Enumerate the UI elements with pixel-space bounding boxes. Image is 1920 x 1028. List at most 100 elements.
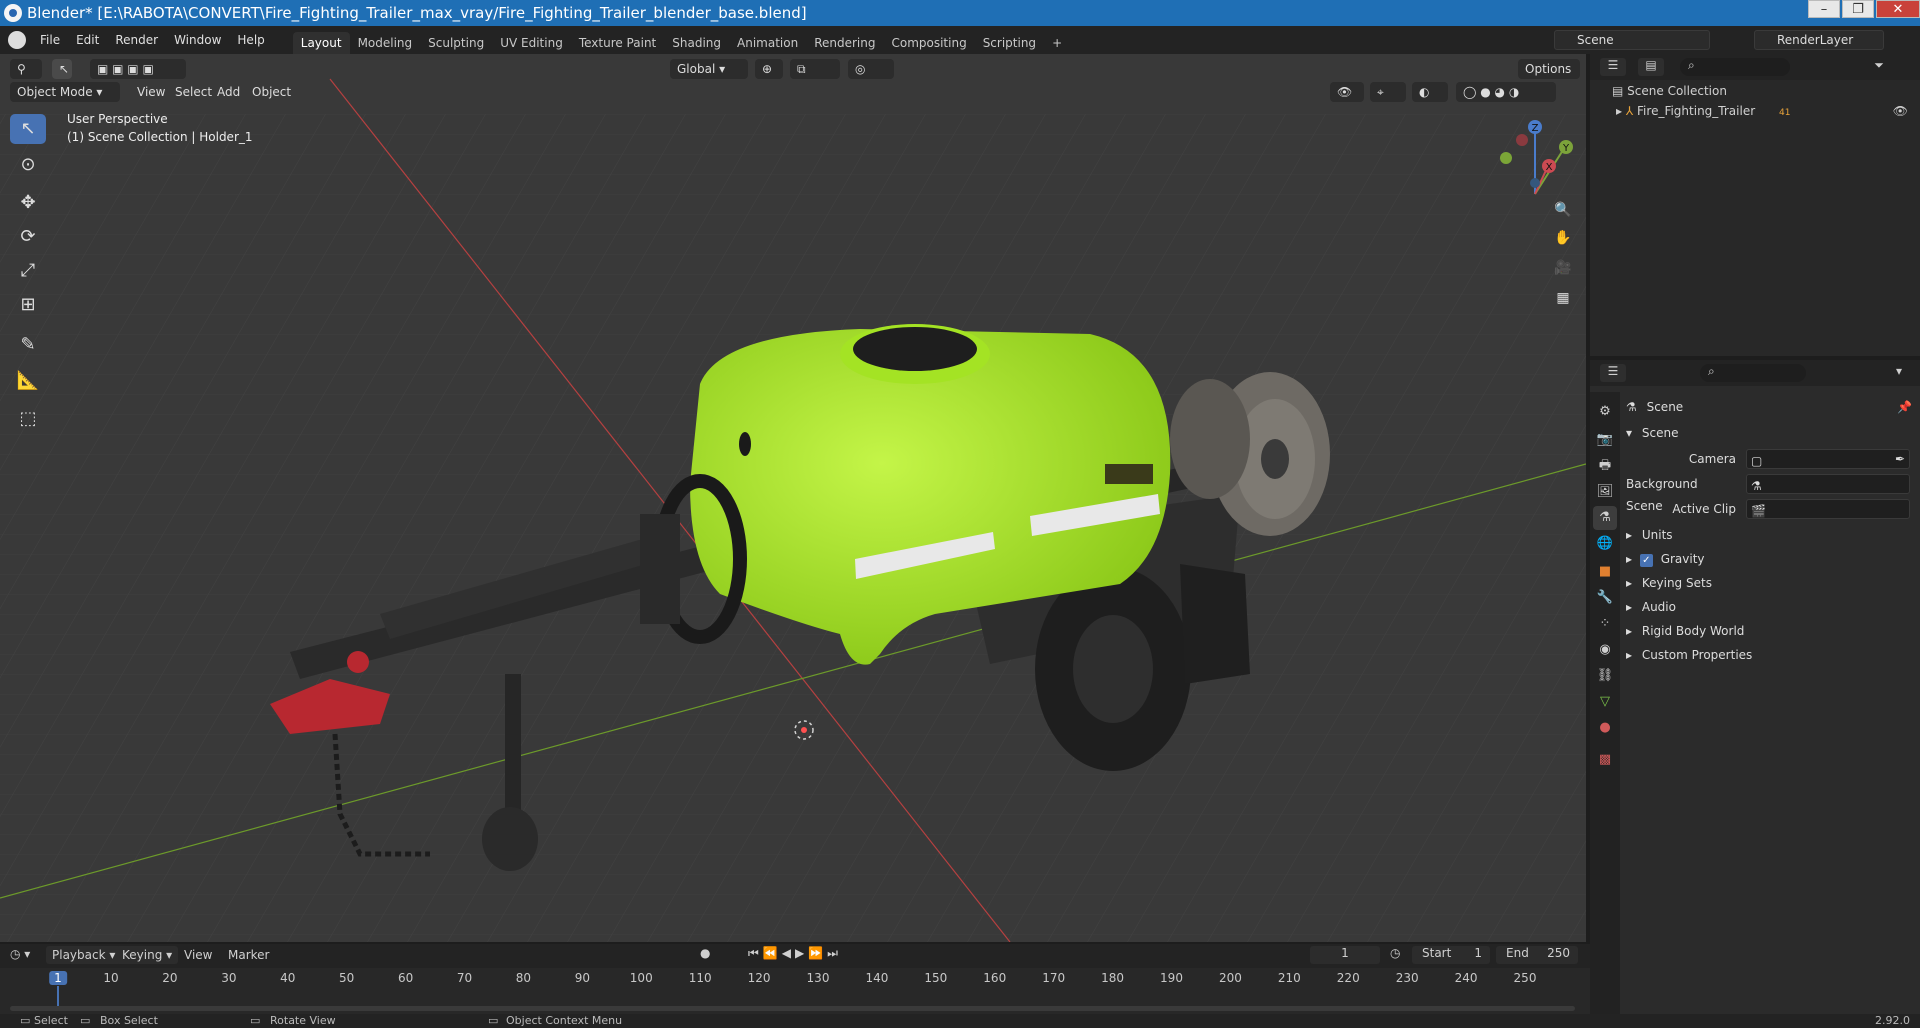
minimize-button[interactable]: – [1808,0,1840,18]
material-tab-icon[interactable]: ● [1593,716,1617,740]
playhead-line[interactable] [57,986,59,1008]
modifier-tab-icon[interactable]: 🔧 [1593,586,1617,610]
background-scene-field[interactable]: ⚗ [1746,474,1910,494]
scene-collection-row[interactable]: ▤ Scene Collection [1612,84,1727,98]
options-dropdown[interactable]: Options ▾ [1518,59,1580,96]
gravity-checkbox[interactable]: ✓ [1639,554,1653,567]
units-section[interactable]: ▸ Units [1626,524,1916,546]
blender-menu-icon[interactable] [8,31,26,49]
custom-properties-section[interactable]: ▸ Custom Properties [1626,644,1916,666]
scale-tool[interactable]: ⤢ [10,256,46,286]
properties-options-chevron-icon[interactable]: ▾ [1896,364,1902,378]
render-tab-icon[interactable]: 📷 [1593,428,1617,452]
keying-menu[interactable]: Keying ▾ [116,946,179,964]
pan-hand-icon[interactable]: ✋ [1551,226,1575,250]
proportional-edit-icon[interactable]: ◎ [848,59,894,79]
timeline-editor-type-icon[interactable]: ◷ ▾ [10,947,30,961]
properties-editor-type-icon[interactable]: ☰ [1600,364,1626,382]
selection-mode-buttons[interactable]: ▣ ▣ ▣ ▣ [90,59,186,79]
measure-tool[interactable]: 📐 [10,366,46,396]
outliner-search-input[interactable]: ⌕ [1680,58,1790,76]
data-tab-icon[interactable]: ▽ [1593,690,1617,714]
rotate-tool[interactable]: ⟳ [10,222,46,252]
world-tab-icon[interactable]: 🌐 [1593,532,1617,556]
tab-shading[interactable]: Shading [664,32,729,54]
menu-render[interactable]: Render [107,26,166,54]
render-layer-selector[interactable]: RenderLayer [1754,30,1884,50]
keying-sets-section[interactable]: ▸ Keying Sets [1626,572,1916,594]
editor-type-button[interactable]: ⚲ [10,59,42,79]
object-tab-icon[interactable]: ■ [1593,560,1617,584]
output-tab-icon[interactable]: 🖶 [1593,454,1617,478]
playback-controls[interactable]: ⏮⏪◀▶⏩⏭ [748,946,842,961]
eye-icon[interactable]: 👁 [1893,104,1908,118]
3d-viewport[interactable]: Z Y X ⚲ ↖ ▣ ▣ ▣ ▣ Object Mode ▾ View Sel… [0,54,1586,942]
menu-view[interactable]: View [130,82,172,102]
menu-help[interactable]: Help [229,26,272,54]
shading-mode-icons[interactable]: ◯ ● ◕ ◑ [1456,82,1556,102]
pivot-icon[interactable]: ⊕ [755,59,783,79]
scene-panel-header[interactable]: ▾ Scene [1626,422,1916,444]
add-cube-tool[interactable]: ⬚ [10,404,46,434]
gizmo-toggle-icon[interactable]: ⌖ [1370,82,1406,102]
current-frame-indicator[interactable]: 1 [49,971,67,985]
physics-tab-icon[interactable]: ◉ [1593,638,1617,662]
end-frame-field[interactable]: End 250 [1496,946,1578,964]
camera-view-icon[interactable]: 🎥 [1551,256,1575,280]
menu-edit[interactable]: Edit [68,26,107,54]
current-frame-field[interactable]: 1 [1310,946,1380,964]
texture-tab-icon[interactable]: ▩ [1593,748,1617,772]
overlays-icon[interactable]: ◐ [1412,82,1448,102]
tab-compositing[interactable]: Compositing [883,32,974,54]
menu-window[interactable]: Window [166,26,229,54]
scene-tab-icon[interactable]: ⚗ [1593,506,1617,530]
transform-tool[interactable]: ⊞ [10,290,46,320]
timeline-scrollbar[interactable] [10,1006,1575,1011]
tab-animation[interactable]: Animation [729,32,806,54]
playback-menu[interactable]: Playback ▾ [46,946,122,964]
tab-uv-editing[interactable]: UV Editing [492,32,571,54]
maximize-button[interactable]: ❐ [1842,0,1874,18]
scene-selector[interactable]: Scene [1554,30,1710,50]
audio-section[interactable]: ▸ Audio [1626,596,1916,618]
clock-icon[interactable]: ◷ [1390,946,1400,960]
select-tool-icon[interactable]: ↖ [52,59,72,79]
display-mode-icon[interactable]: ▤ [1638,58,1664,76]
zoom-icon[interactable]: 🔍 [1551,198,1575,222]
view-layer-tab-icon[interactable]: 🖼 [1593,480,1617,504]
tab-rendering[interactable]: Rendering [806,32,883,54]
constraints-tab-icon[interactable]: ⛓ [1593,664,1617,688]
object-mode-dropdown[interactable]: Object Mode ▾ [10,82,120,102]
annotate-tool[interactable]: ✎ [10,330,46,360]
tab-modeling[interactable]: Modeling [350,32,421,54]
outliner-editor-type-icon[interactable]: ☰ [1600,58,1626,76]
eyedropper-icon[interactable]: ✒ [1895,450,1905,468]
cursor-tool[interactable]: ⊙ [10,150,46,180]
menu-add[interactable]: Add [210,82,247,102]
timeline-view-menu[interactable]: View [184,948,212,962]
record-button[interactable]: ● [700,946,710,960]
tab-layout[interactable]: Layout [292,32,350,54]
add-workspace-button[interactable]: + [1044,32,1070,54]
tool-tab-icon[interactable]: ⚙ [1593,400,1617,424]
marker-menu[interactable]: Marker [228,948,269,962]
select-box-tool[interactable]: ↖ [10,114,46,144]
perspective-toggle-icon[interactable]: ▦ [1551,286,1575,310]
visibility-icon[interactable]: 👁 [1330,82,1364,102]
particles-tab-icon[interactable]: ⁘ [1593,612,1617,636]
active-clip-field[interactable]: 🎬 [1746,499,1910,519]
pin-icon[interactable]: 📌 [1897,396,1912,418]
menu-file[interactable]: File [32,26,68,54]
tab-sculpting[interactable]: Sculpting [420,32,492,54]
snap-icon[interactable]: ⧉ [790,59,840,79]
filter-icon[interactable]: ⏷ [1866,58,1892,76]
camera-field[interactable]: ▢ ✒ [1746,449,1910,469]
expand-arrow-icon[interactable]: ▸ [1616,104,1622,118]
tab-scripting[interactable]: Scripting [975,32,1044,54]
outliner-item[interactable]: ▸ ⅄ Fire_Fighting_Trailer 41 👁 [1616,104,1916,118]
gravity-section[interactable]: ▸ ✓ Gravity [1626,548,1916,570]
rigid-body-world-section[interactable]: ▸ Rigid Body World [1626,620,1916,642]
tab-texture-paint[interactable]: Texture Paint [571,32,664,54]
close-button[interactable]: ✕ [1876,0,1920,18]
transform-orientation-dropdown[interactable]: Global ▾ [670,59,748,79]
